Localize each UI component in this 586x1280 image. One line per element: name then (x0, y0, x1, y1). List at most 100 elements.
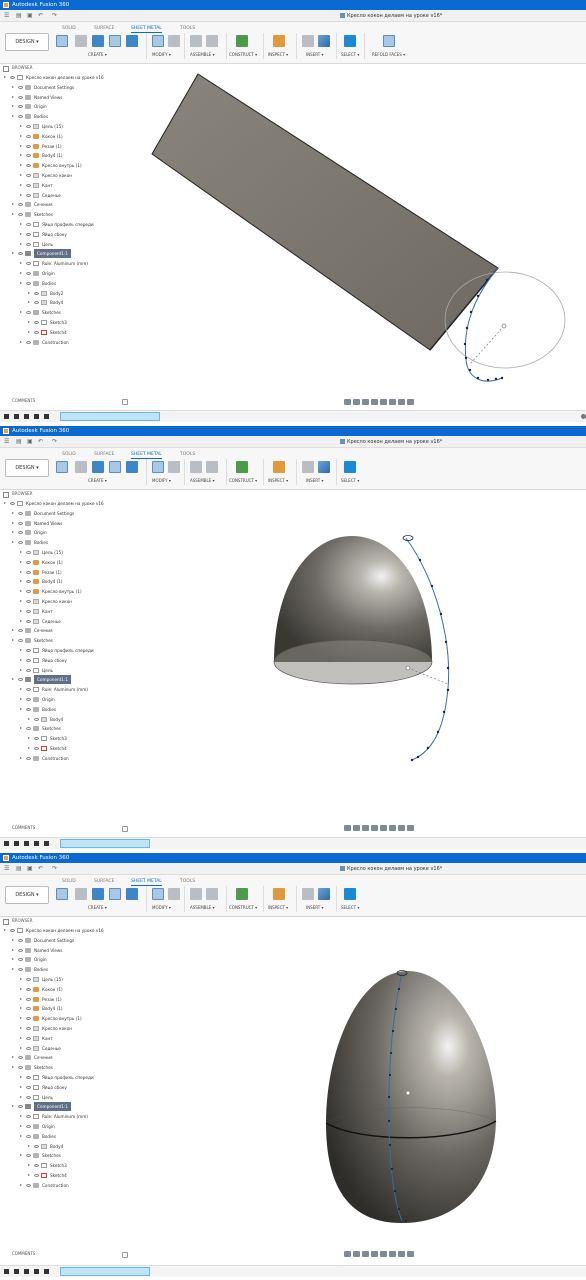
expand-arrow-icon[interactable]: ▸ (20, 589, 24, 593)
expand-arrow-icon[interactable]: ▸ (20, 192, 24, 197)
visibility-eye-icon[interactable] (26, 183, 31, 187)
expand-arrow-icon[interactable]: ▸ (20, 1133, 24, 1138)
pan-icon[interactable] (362, 825, 369, 831)
grid-settings-icon[interactable] (398, 825, 405, 831)
new-joint-icon[interactable] (190, 461, 202, 473)
go-to-end-icon[interactable] (44, 1269, 49, 1274)
look-at-icon[interactable] (353, 399, 360, 405)
visibility-eye-icon[interactable] (26, 281, 31, 285)
visibility-eye-icon[interactable] (26, 609, 31, 613)
insert-menu[interactable]: INSERT ▾ (306, 52, 323, 57)
expand-arrow-icon[interactable]: ▸ (12, 212, 16, 216)
visibility-eye-icon[interactable] (34, 301, 39, 305)
assemble-menu[interactable]: ASSEMBLE ▾ (190, 52, 215, 57)
expand-arrow-icon[interactable]: ▸ (12, 510, 16, 515)
expand-arrow-icon[interactable]: ▸ (20, 667, 24, 672)
timeline-features[interactable] (60, 839, 150, 848)
modify-menu[interactable]: MODIFY ▾ (152, 478, 171, 483)
center-point[interactable] (501, 323, 507, 329)
visibility-eye-icon[interactable] (18, 213, 23, 217)
visibility-eye-icon[interactable] (26, 1046, 31, 1050)
expand-arrow-icon[interactable]: ▸ (12, 1055, 16, 1059)
visibility-eye-icon[interactable] (18, 968, 23, 972)
visibility-eye-icon[interactable] (26, 232, 31, 236)
expand-arrow-icon[interactable]: ▸ (12, 251, 16, 255)
go-to-start-icon[interactable] (4, 1269, 9, 1274)
expand-arrow-icon[interactable]: ▸ (20, 550, 24, 554)
visibility-eye-icon[interactable] (26, 154, 31, 158)
visibility-eye-icon[interactable] (26, 1125, 31, 1128)
grid-settings-icon[interactable] (398, 399, 405, 405)
expand-arrow-icon[interactable]: ▸ (20, 755, 24, 760)
expand-arrow-icon[interactable]: ▸ (20, 977, 24, 981)
expand-arrow-icon[interactable]: ▸ (20, 143, 24, 148)
visibility-eye-icon[interactable] (26, 978, 31, 981)
visibility-eye-icon[interactable] (34, 1164, 39, 1168)
expand-arrow-icon[interactable]: ▸ (20, 1006, 24, 1010)
as-built-joint-icon[interactable] (206, 461, 218, 473)
expand-arrow-icon[interactable]: ▸ (20, 310, 24, 314)
expand-arrow-icon[interactable]: ▸ (12, 104, 16, 108)
visibility-eye-icon[interactable] (18, 531, 23, 535)
zoom-icon[interactable] (371, 399, 378, 405)
visibility-eye-icon[interactable] (26, 340, 31, 344)
create-menu[interactable]: CREATE ▾ (88, 52, 107, 57)
document-tab[interactable]: Кресло кокон делаем на уроке v16* (340, 865, 442, 873)
timeline-features[interactable] (60, 412, 160, 421)
visibility-eye-icon[interactable] (26, 580, 31, 584)
visibility-eye-icon[interactable] (34, 291, 39, 295)
unfold-icon[interactable] (126, 888, 138, 900)
play-icon[interactable] (24, 1269, 29, 1274)
select-icon[interactable] (344, 461, 356, 473)
undo-icon[interactable]: ↶ (38, 865, 43, 873)
tab-sheet-metal[interactable]: SHEET METAL (131, 452, 162, 459)
expand-arrow-icon[interactable]: ▸ (20, 559, 24, 564)
visibility-eye-icon[interactable] (26, 1085, 31, 1089)
expand-arrow-icon[interactable]: ▸ (12, 638, 16, 642)
visibility-eye-icon[interactable] (26, 1134, 31, 1138)
redo-icon[interactable]: ↷ (52, 12, 57, 20)
expand-arrow-icon[interactable]: ▸ (28, 1173, 32, 1177)
pan-icon[interactable] (362, 399, 369, 405)
visibility-eye-icon[interactable] (10, 502, 15, 505)
redo-icon[interactable]: ↷ (52, 865, 57, 873)
sheet-metal-plate[interactable] (151, 73, 499, 351)
expand-arrow-icon[interactable]: ▸ (20, 706, 24, 711)
document-tab[interactable]: Кресло кокон делаем на уроке v16* (340, 12, 442, 20)
expand-arrow-icon[interactable]: ▸ (12, 540, 16, 544)
zoom-icon[interactable] (371, 825, 378, 831)
expand-arrow-icon[interactable]: ▸ (20, 1084, 24, 1089)
offset-plane-icon[interactable] (236, 888, 248, 900)
visibility-eye-icon[interactable] (18, 938, 23, 942)
visibility-eye-icon[interactable] (26, 1076, 31, 1079)
refold-faces-menu[interactable]: REFOLD FACES ▾ (372, 52, 405, 57)
insert-menu[interactable]: INSERT ▾ (306, 905, 323, 910)
expand-arrow-icon[interactable]: ▸ (20, 697, 24, 701)
flange-icon[interactable] (92, 461, 104, 473)
insert-image-icon[interactable] (318, 888, 330, 900)
expand-arrow-icon[interactable]: ▸ (20, 271, 24, 275)
expand-arrow-icon[interactable]: ▸ (28, 746, 32, 750)
fit-icon[interactable] (380, 399, 387, 405)
visibility-eye-icon[interactable] (26, 688, 31, 692)
tab-sheet-metal[interactable]: SHEET METAL (131, 26, 162, 33)
create-sketch-icon[interactable] (75, 461, 87, 473)
visibility-eye-icon[interactable] (18, 629, 23, 633)
tab-surface[interactable]: SURFACE (94, 452, 114, 457)
tab-solid[interactable]: SOLID (62, 879, 76, 884)
expand-arrow-icon[interactable]: ▸ (20, 222, 24, 226)
step-back-icon[interactable] (14, 414, 19, 419)
visibility-eye-icon[interactable] (18, 958, 23, 962)
visibility-eye-icon[interactable] (26, 560, 31, 564)
workspace-switcher[interactable]: DESIGN ▾ (5, 459, 49, 477)
unfold-icon[interactable] (126, 35, 138, 47)
comments-panel[interactable]: COMMENTS (0, 397, 130, 405)
expand-arrow-icon[interactable]: ▸ (28, 300, 32, 304)
browser-header[interactable]: BROWSER (0, 917, 130, 925)
undo-icon[interactable]: ↶ (38, 438, 43, 446)
expand-arrow-icon[interactable]: ▸ (28, 1143, 32, 1148)
fit-icon[interactable] (380, 1251, 387, 1257)
new-joint-icon[interactable] (190, 35, 202, 47)
bend-icon[interactable] (109, 461, 121, 473)
document-tab[interactable]: Кресло кокон делаем на уроке v16* (340, 438, 442, 446)
